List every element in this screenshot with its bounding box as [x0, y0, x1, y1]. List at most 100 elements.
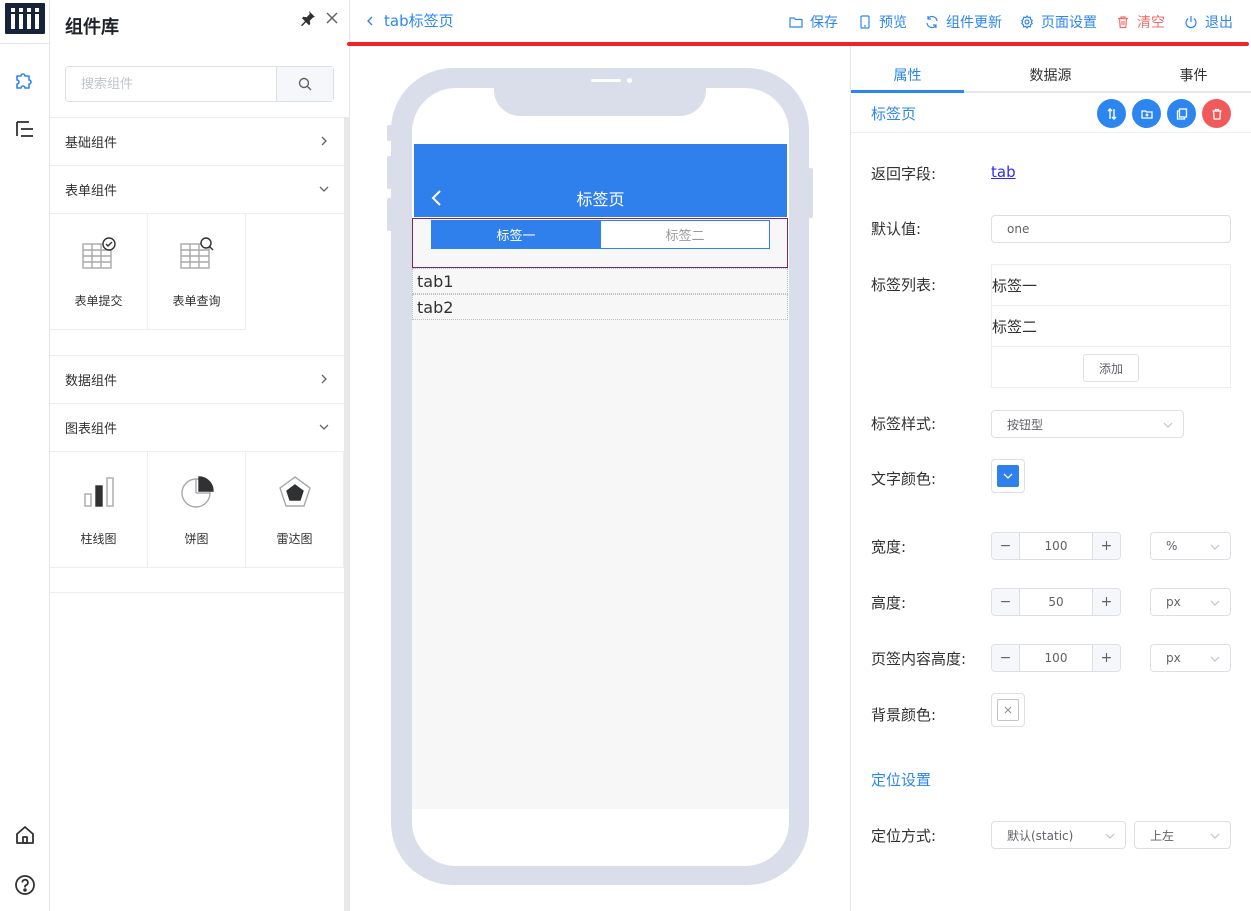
tab-content-row[interactable]: tab1: [412, 268, 788, 294]
height-stepper[interactable]: − 50 +: [991, 588, 1121, 616]
close-icon[interactable]: [324, 10, 340, 26]
tab-content-row[interactable]: tab2: [412, 294, 788, 320]
move-button[interactable]: [1097, 99, 1126, 128]
tab-events[interactable]: 事件: [1137, 56, 1250, 93]
header-divider: [851, 132, 1251, 133]
add-tab-button[interactable]: 添加: [1083, 354, 1139, 382]
panel-title: 组件库: [65, 17, 119, 38]
tab-list-label: 标签列表:: [871, 276, 937, 294]
search-button[interactable]: [276, 67, 333, 101]
group-label: 数据组件: [65, 374, 118, 389]
text-color-label: 文字颜色:: [871, 470, 937, 488]
group-basic[interactable]: 基础组件: [50, 117, 344, 165]
phone-back-icon[interactable]: [426, 187, 448, 209]
clear-label: 清空: [1137, 15, 1165, 31]
increment-button[interactable]: +: [1092, 533, 1120, 559]
folder-icon: [789, 17, 803, 28]
height-unit: px: [1166, 595, 1181, 609]
group-label: 基础组件: [65, 136, 118, 151]
component-form-submit[interactable]: 表单提交: [50, 214, 148, 330]
search-input[interactable]: [66, 67, 277, 101]
group-data[interactable]: 数据组件: [50, 355, 344, 403]
group-form[interactable]: 表单组件: [50, 165, 344, 213]
height-unit-select[interactable]: px: [1150, 588, 1231, 616]
content-height-value[interactable]: 100: [1020, 645, 1092, 671]
home-icon[interactable]: [12, 822, 38, 848]
content-height-stepper[interactable]: − 100 +: [991, 644, 1121, 672]
width-value[interactable]: 100: [1020, 533, 1092, 559]
chevron-down-icon: [319, 186, 329, 192]
preview-button[interactable]: 预览: [858, 12, 907, 32]
component-form-query[interactable]: 表单查询: [148, 214, 246, 330]
group-chart[interactable]: 图表组件: [50, 403, 344, 451]
component-groups: 基础组件 表单组件 表单提交 表单查询 数据组件 图表组件 柱线图 饼图 雷达图: [50, 117, 344, 911]
increment-button[interactable]: +: [1092, 589, 1120, 615]
bg-color-picker[interactable]: [991, 693, 1025, 727]
component-library-icon[interactable]: [12, 66, 38, 92]
save-label: 保存: [810, 15, 838, 31]
decrement-button[interactable]: −: [992, 589, 1020, 615]
tab-datasource[interactable]: 数据源: [994, 56, 1107, 93]
tab-style-select[interactable]: 按钮型: [991, 410, 1184, 438]
component-pie-chart[interactable]: 饼图: [148, 452, 246, 568]
component-bar-line-chart[interactable]: 柱线图: [50, 452, 148, 568]
width-stepper[interactable]: − 100 +: [991, 532, 1121, 560]
decrement-button[interactable]: −: [992, 645, 1020, 671]
content-height-unit-select[interactable]: px: [1150, 644, 1231, 672]
increment-button[interactable]: +: [1092, 645, 1120, 671]
return-field-label: 返回字段:: [871, 165, 937, 183]
form-query-icon: [177, 236, 217, 272]
tab-list-item[interactable]: 标签二: [992, 306, 1230, 347]
decrement-button[interactable]: −: [992, 533, 1020, 559]
position-mode-select[interactable]: 默认(static): [991, 821, 1126, 849]
active-tab-indicator: [851, 90, 964, 93]
chevron-down-icon: [1210, 833, 1220, 839]
height-value[interactable]: 50: [1020, 589, 1092, 615]
position-settings-title: 定位设置: [871, 771, 932, 789]
position-anchor-select[interactable]: 上左: [1134, 821, 1231, 849]
copy-button[interactable]: [1167, 99, 1196, 128]
tab-button-2[interactable]: 标签二: [600, 220, 770, 249]
power-icon: [1185, 16, 1197, 29]
component-update-button[interactable]: 组件更新: [925, 12, 1002, 32]
phone-nav-title: 标签页: [576, 190, 625, 209]
delete-button[interactable]: [1202, 99, 1231, 128]
save-button[interactable]: 保存: [789, 12, 838, 32]
preview-label: 预览: [879, 15, 907, 31]
tab-style-value: 按钮型: [1007, 417, 1044, 432]
wrap-button[interactable]: [1132, 99, 1161, 128]
search-icon: [298, 77, 312, 91]
page-settings-label: 页面设置: [1041, 15, 1097, 31]
tab-button-1[interactable]: 标签一: [431, 220, 601, 249]
text-color-picker[interactable]: [991, 459, 1025, 493]
default-value-input[interactable]: one: [991, 215, 1231, 243]
component-label: 饼图: [184, 532, 209, 546]
component-label: 表单提交: [74, 294, 123, 308]
page-title: tab标签页: [384, 12, 454, 30]
phone-mute-switch: [387, 125, 393, 141]
refresh-icon: [926, 15, 938, 29]
tab-list-item[interactable]: 标签一: [992, 265, 1230, 306]
phone-power-button: [807, 168, 813, 218]
component-radar-chart[interactable]: 雷达图: [246, 452, 344, 568]
selected-component-name: 标签页: [871, 105, 917, 123]
exit-button[interactable]: 退出: [1184, 12, 1233, 32]
back-button[interactable]: tab标签页: [364, 10, 454, 31]
return-field-link[interactable]: tab: [991, 163, 1016, 181]
bg-color-label: 背景颜色:: [871, 706, 937, 724]
rail-divider: [0, 43, 49, 44]
empty-color-icon: [1004, 706, 1012, 714]
outline-tree-icon[interactable]: [12, 116, 38, 142]
clear-button[interactable]: 清空: [1116, 12, 1165, 32]
page-settings-button[interactable]: 页面设置: [1020, 12, 1097, 32]
content-height-label: 页签内容高度:: [871, 650, 967, 668]
chevron-down-icon: [1105, 833, 1115, 839]
copy-icon: [1176, 107, 1187, 120]
help-icon[interactable]: [12, 872, 38, 898]
pin-icon[interactable]: [299, 9, 317, 27]
exit-label: 退出: [1205, 15, 1233, 31]
sort-icon: [1107, 107, 1116, 120]
tab-properties[interactable]: 属性: [851, 56, 964, 93]
position-mode-label: 定位方式:: [871, 827, 937, 845]
width-unit-select[interactable]: %: [1150, 532, 1231, 560]
